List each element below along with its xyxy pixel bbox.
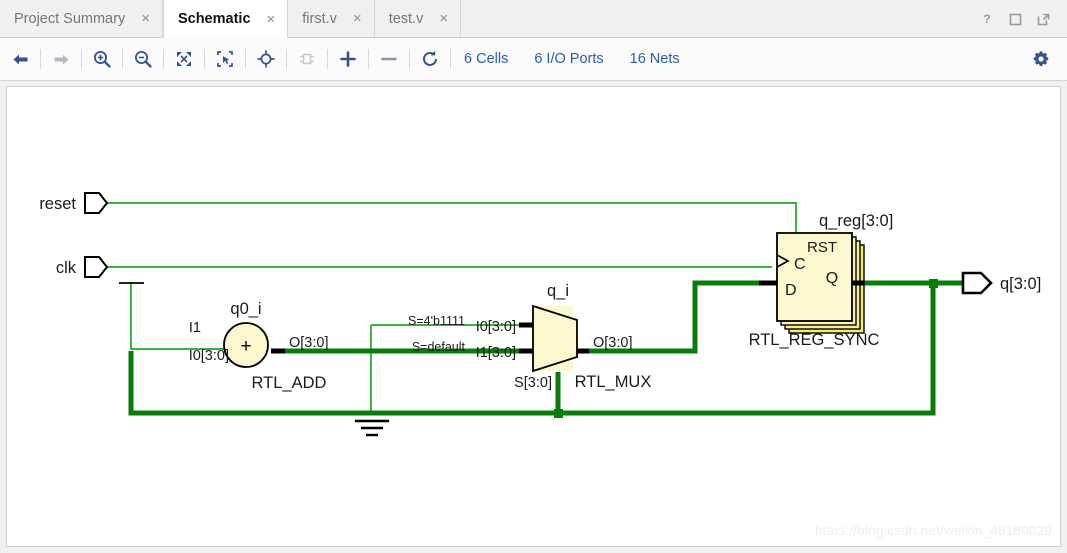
tab-project-summary[interactable]: Project Summary ×	[0, 0, 163, 37]
toolbar-separator	[409, 49, 410, 69]
zoom-in-icon[interactable]	[87, 44, 117, 74]
schematic-canvas[interactable]: reset clk q[3:0] + q0_i RTL_ADD I1 I0[3:…	[6, 86, 1061, 547]
adder-plus-symbol: +	[240, 336, 251, 357]
tab-label: test.v	[388, 10, 424, 27]
expand-plus-icon[interactable]	[333, 44, 363, 74]
toolbar-separator	[327, 49, 328, 69]
tab-label: first.v	[302, 10, 337, 27]
port-clk[interactable]: clk	[56, 256, 109, 278]
net-const-one[interactable]	[119, 282, 239, 350]
nets-count-link[interactable]: 16 Nets	[630, 51, 680, 67]
tab-label: Schematic	[177, 11, 251, 27]
maximize-icon[interactable]	[1007, 11, 1023, 27]
adder-pin-o-label: O[3:0]	[289, 335, 329, 351]
svg-text:?: ?	[983, 12, 990, 26]
zoom-area-icon[interactable]	[210, 44, 240, 74]
register-instance-label: q_reg[3:0]	[819, 212, 893, 230]
adder-pin-i1-label: I1	[189, 320, 201, 336]
schematic-viewer-window: Project Summary × Schematic × first.v × …	[0, 0, 1067, 553]
register-pin-q-label: Q	[826, 270, 838, 287]
io-ports-count-link[interactable]: 6 I/O Ports	[534, 51, 603, 67]
crosshair-icon[interactable]	[251, 44, 281, 74]
net-junction-dot	[554, 409, 563, 418]
float-window-icon[interactable]	[1035, 11, 1051, 27]
watermark-text: https://blog.csdn.net/weixin_48180029	[814, 523, 1052, 538]
register-pin-d-label: D	[785, 282, 797, 299]
zoom-out-icon[interactable]	[128, 44, 158, 74]
tab-close-icon[interactable]: ×	[139, 11, 152, 26]
mux-pin-o-label: O[3:0]	[593, 335, 633, 351]
tab-bar: Project Summary × Schematic × first.v × …	[0, 0, 1067, 38]
mux-pin-s-label: S[3:0]	[514, 375, 552, 391]
cell-icon[interactable]	[292, 44, 322, 74]
port-q-label: q[3:0]	[1000, 275, 1041, 293]
toolbar-separator	[245, 49, 246, 69]
net-reset[interactable]	[105, 202, 797, 233]
tab-test-v[interactable]: test.v ×	[375, 0, 462, 37]
help-icon[interactable]: ?	[979, 11, 995, 27]
mux-pin-i1-label: I1[3:0]	[476, 345, 516, 361]
forward-arrow-icon[interactable]	[46, 44, 76, 74]
port-q[interactable]: q[3:0]	[961, 271, 1041, 295]
mux-instance-label: q_i	[547, 282, 569, 300]
toolbar-separator	[40, 49, 41, 69]
port-reset-label: reset	[39, 195, 76, 213]
tab-label: Project Summary	[14, 10, 126, 27]
zoom-fit-icon[interactable]	[169, 44, 199, 74]
mux-sel-i0-annotation: S=4'b1111	[408, 314, 465, 328]
net-mux-sel-const[interactable]	[370, 324, 532, 414]
schematic-drawing: reset clk q[3:0] + q0_i RTL_ADD I1 I0[3:…	[39, 192, 1041, 437]
toolbar-separator	[163, 49, 164, 69]
adder-instance-label: q0_i	[230, 300, 261, 318]
schematic-toolbar: 6 Cells 6 I/O Ports 16 Nets	[0, 38, 1067, 81]
register-type-label: RTL_REG_SYNC	[749, 331, 880, 349]
toolbar-separator	[450, 49, 451, 69]
mux-type-label: RTL_MUX	[575, 373, 652, 391]
window-controls: ?	[979, 0, 1059, 38]
register-pin-c-label: C	[794, 256, 806, 273]
back-arrow-icon[interactable]	[5, 44, 35, 74]
ground-symbol[interactable]	[355, 419, 389, 437]
tab-schematic[interactable]: Schematic ×	[162, 0, 289, 38]
port-reset[interactable]: reset	[39, 192, 109, 214]
tab-first-v[interactable]: first.v ×	[288, 0, 375, 37]
register-pin-rst-label: RST	[807, 239, 837, 256]
adder-pin-i0-label: I0[3:0]	[189, 348, 229, 364]
cell-mux[interactable]: q_i RTL_MUX I0[3:0] I1[3:0] S[3:0] O[3:0…	[408, 282, 651, 391]
tab-close-icon[interactable]: ×	[265, 12, 278, 27]
cell-adder[interactable]: + q0_i RTL_ADD I1 I0[3:0] O[3:0]	[189, 300, 329, 392]
port-clk-label: clk	[56, 259, 77, 277]
reload-icon[interactable]	[415, 44, 445, 74]
tab-close-icon[interactable]: ×	[437, 11, 450, 26]
mux-pin-i0-label: I0[3:0]	[476, 319, 516, 335]
toolbar-separator	[286, 49, 287, 69]
toolbar-separator	[204, 49, 205, 69]
mux-sel-i1-annotation: S=default	[412, 340, 466, 354]
toolbar-separator	[122, 49, 123, 69]
collapse-minus-icon[interactable]	[374, 44, 404, 74]
net-junction-dot	[929, 279, 938, 288]
toolbar-separator	[368, 49, 369, 69]
adder-type-label: RTL_ADD	[252, 374, 327, 392]
gear-icon[interactable]	[1025, 43, 1057, 75]
cells-count-link[interactable]: 6 Cells	[464, 51, 508, 67]
tab-close-icon[interactable]: ×	[351, 11, 364, 26]
toolbar-separator	[81, 49, 82, 69]
